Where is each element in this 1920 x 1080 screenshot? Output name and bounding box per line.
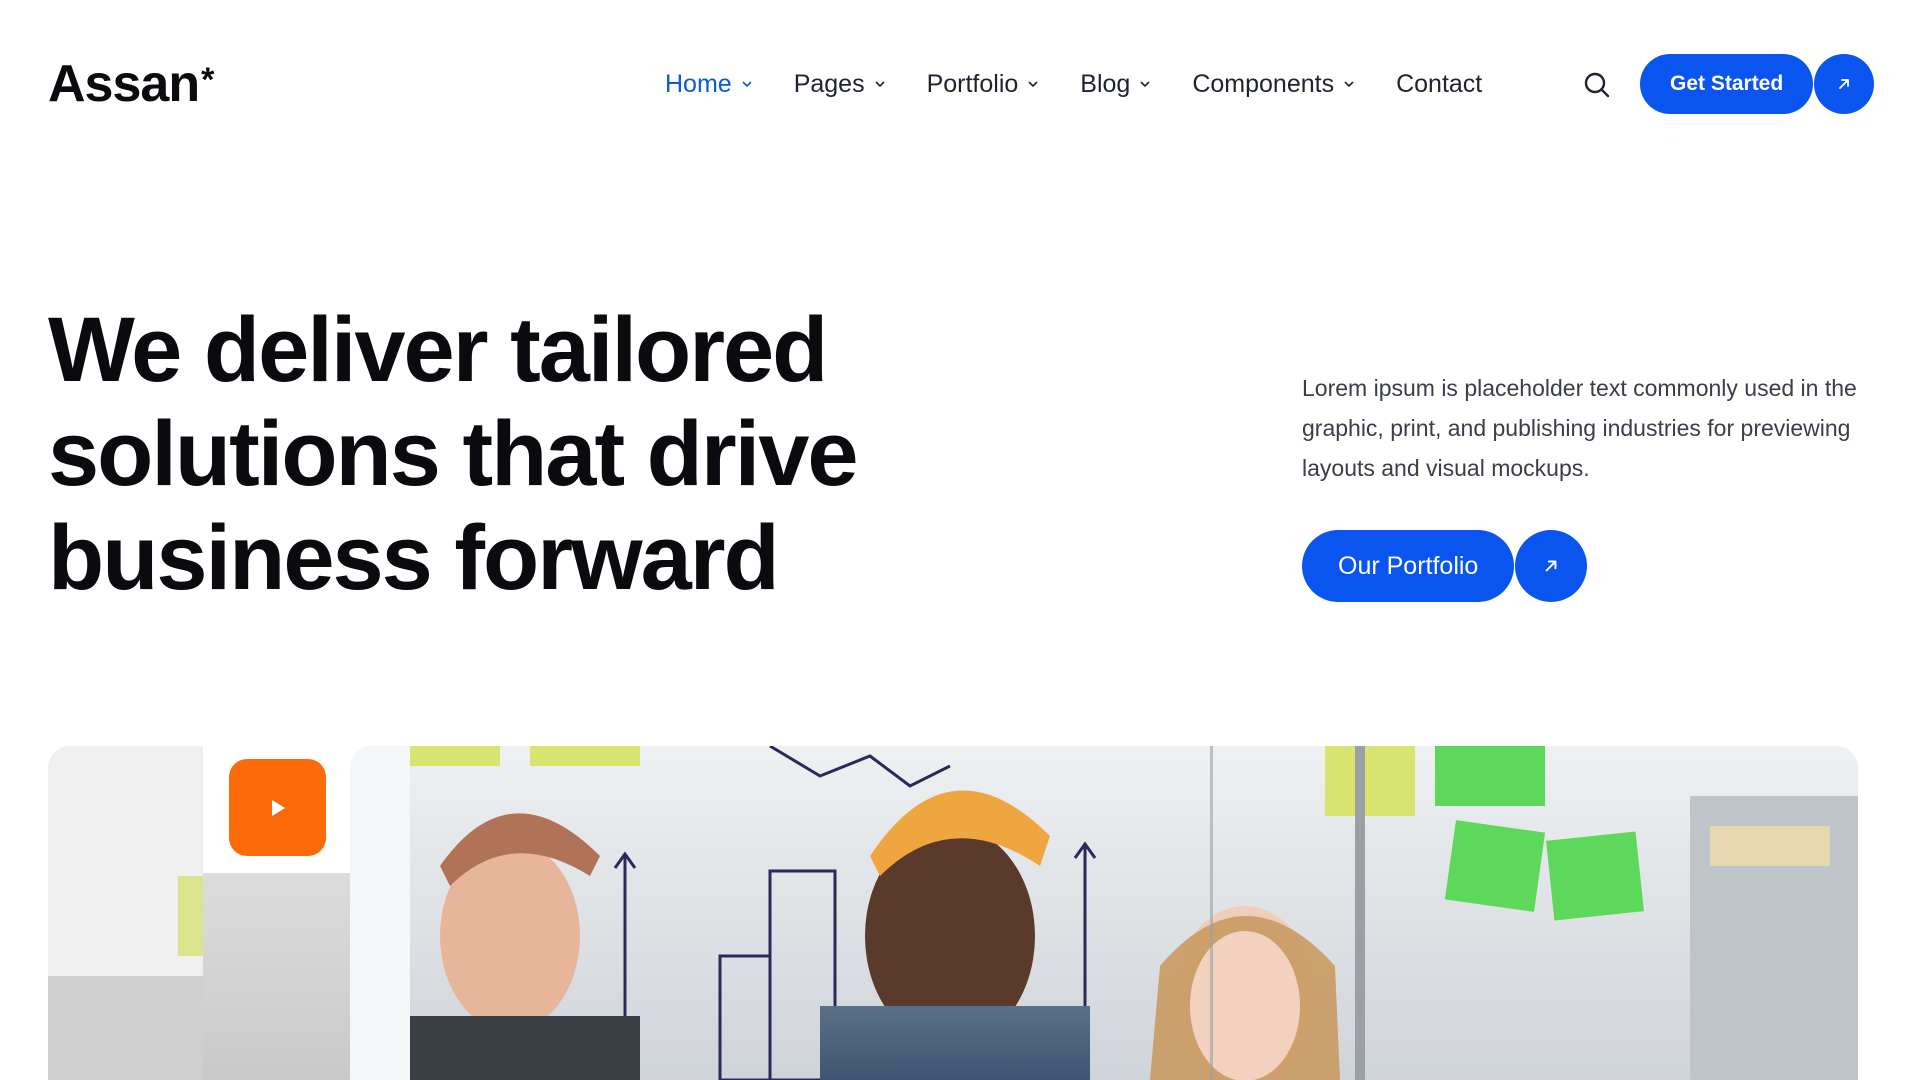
search-icon — [1584, 72, 1610, 98]
get-started-button[interactable]: Get Started — [1640, 54, 1814, 114]
brand-logo[interactable]: Assan* — [48, 52, 214, 116]
our-portfolio-button[interactable]: Our Portfolio — [1302, 530, 1515, 602]
portfolio-cta: Our Portfolio — [1302, 530, 1588, 602]
our-portfolio-arrow-button[interactable] — [1515, 530, 1588, 602]
brand-mark: * — [201, 61, 214, 99]
hero-title-line: business forward — [48, 507, 780, 609]
chevron-down-icon — [740, 77, 754, 91]
chevron-down-icon — [873, 77, 887, 91]
hero-image-left-panel — [48, 746, 203, 1080]
search-button[interactable] — [1580, 68, 1614, 102]
hero-title-line: We deliver tailored — [48, 299, 828, 401]
chevron-down-icon — [1342, 77, 1356, 91]
nav-item-label: Blog — [1080, 69, 1131, 98]
nav-item-label: Pages — [793, 69, 865, 98]
hero-title: We deliver tailored solutions that drive… — [48, 298, 948, 610]
nav-item-label: Contact — [1396, 69, 1483, 98]
nav-item-label: Portfolio — [926, 69, 1019, 98]
get-started-arrow-button[interactable] — [1814, 54, 1875, 114]
get-started-cta: Get Started — [1640, 54, 1875, 114]
play-icon — [271, 799, 285, 816]
brand-name: Assan — [48, 55, 200, 113]
nav-item-portfolio[interactable]: Portfolio — [927, 70, 1041, 99]
hero-image — [350, 746, 1858, 1080]
chevron-down-icon — [1138, 77, 1152, 91]
chevron-down-icon — [1026, 77, 1040, 91]
nav-item-pages[interactable]: Pages — [794, 70, 887, 99]
play-video-button[interactable] — [229, 759, 326, 856]
site-header: Assan* Home Pages Portfolio Blog Compone… — [0, 0, 1920, 170]
nav-item-contact[interactable]: Contact — [1396, 70, 1482, 99]
nav-item-blog[interactable]: Blog — [1080, 70, 1152, 99]
main-nav: Home Pages Portfolio Blog Components Con… — [665, 64, 1522, 104]
arrow-up-right-icon — [1545, 560, 1557, 572]
arrow-up-right-icon — [1839, 79, 1850, 89]
hero-description: Lorem ipsum is placeholder text commonly… — [1302, 375, 1857, 481]
hero-image-strip — [203, 873, 350, 1080]
nav-item-label: Components — [1192, 69, 1335, 98]
nav-item-label: Home — [665, 69, 732, 98]
nav-item-home[interactable]: Home — [665, 70, 754, 99]
nav-item-components[interactable]: Components — [1192, 70, 1356, 99]
hero-title-line: solutions that drive — [48, 403, 859, 505]
